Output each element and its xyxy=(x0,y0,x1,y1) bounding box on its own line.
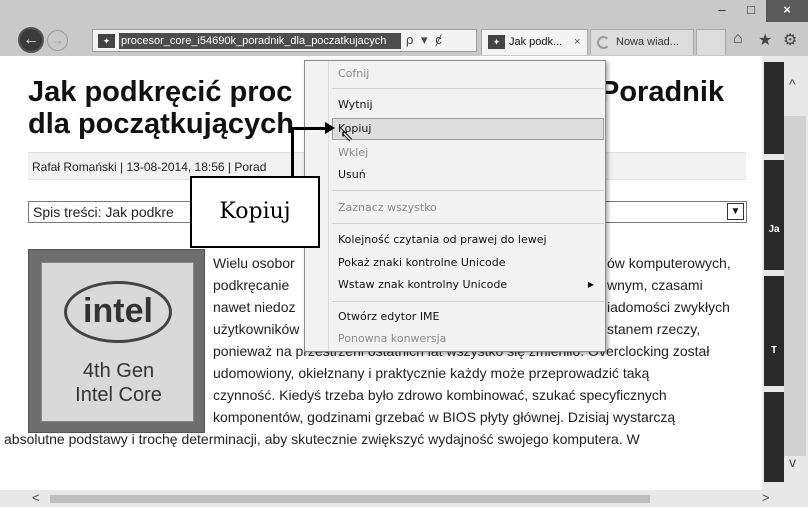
scroll-up-icon[interactable]: ^ xyxy=(789,76,796,92)
address-bar[interactable]: ✦ procesor_core_i54690k_poradnik_dla_poc… xyxy=(92,29,477,52)
menu-item-delete[interactable]: Usuń xyxy=(332,164,604,186)
chip-face: intel 4th Gen Intel Core xyxy=(41,262,194,422)
sidebar-ad[interactable] xyxy=(764,392,784,482)
tab-close-icon[interactable]: × xyxy=(574,30,580,54)
menu-item-undo[interactable]: Cofnij xyxy=(332,63,604,85)
minimize-button[interactable]: – xyxy=(708,0,736,22)
loading-icon xyxy=(597,36,610,49)
callout-connector xyxy=(291,127,294,177)
para-left-line: nawet niedoz xyxy=(213,299,296,315)
intel-chip-image: intel 4th Gen Intel Core xyxy=(28,249,205,433)
scroll-thumb[interactable] xyxy=(50,495,650,503)
tab-favicon-icon: ✦ xyxy=(488,35,505,49)
title-bar: – □ × xyxy=(0,0,808,22)
close-window-button[interactable]: × xyxy=(766,0,808,22)
menu-separator xyxy=(332,301,604,302)
chip-brand: Intel Core xyxy=(75,384,162,406)
callout-connector xyxy=(291,127,327,130)
intel-logo: intel xyxy=(64,281,172,343)
address-url[interactable]: procesor_core_i54690k_poradnik_dla_pocza… xyxy=(119,33,401,49)
refresh-icon[interactable]: ȼ xyxy=(435,32,442,47)
byline: Rafał Romański | 13-08-2014, 18:56 | Por… xyxy=(32,160,267,174)
callout-box: Kopiuj xyxy=(190,176,320,248)
chevron-down-icon[interactable]: ▼ xyxy=(727,203,744,220)
title-line-1-end: Poradnik xyxy=(600,76,725,108)
menu-separator xyxy=(332,223,604,224)
favorites-star-icon[interactable]: ★ xyxy=(758,30,772,50)
submenu-arrow-icon: ▶ xyxy=(587,280,594,289)
menu-item-select-all[interactable]: Zaznacz wszystko xyxy=(332,197,604,219)
forward-button[interactable]: → xyxy=(47,30,68,51)
home-icon[interactable]: ⌂ xyxy=(733,30,743,48)
search-icon[interactable]: ρ xyxy=(406,32,413,47)
title-line-1: Jak podkręcić proc xyxy=(28,76,293,108)
para-left-line: użytkowników xyxy=(213,321,300,337)
dropdown-icon[interactable]: ▾ xyxy=(421,32,428,47)
menu-item-cut[interactable]: Wytnij xyxy=(332,94,604,116)
back-button[interactable]: ← xyxy=(18,27,44,53)
para-right-line: ów komputerowych, xyxy=(607,255,731,271)
sidebar-ad[interactable]: T xyxy=(764,276,784,386)
para-line: udomowiony, okiełznany i praktycznie każ… xyxy=(213,365,650,381)
horizontal-scrollbar[interactable]: < > xyxy=(0,490,808,507)
gear-icon[interactable]: ⚙ xyxy=(783,30,797,50)
tab-label: Jak podk... xyxy=(509,36,563,48)
menu-item-show-unicode[interactable]: Pokaż znaki kontrolne Unicode xyxy=(332,252,604,274)
new-tab-button[interactable] xyxy=(696,29,726,55)
tab-active[interactable]: ✦ Jak podk... × xyxy=(481,29,588,55)
title-line-2: dla początkujących xyxy=(28,108,294,140)
para-line: czynność. Kiedyś trzeba było zdrowo komb… xyxy=(213,387,667,403)
para-right-line: stanem rzeczy, xyxy=(607,321,701,337)
para-right-line: iadomości zwykłych xyxy=(607,299,730,315)
scroll-left-icon[interactable]: < xyxy=(32,490,40,505)
menu-item-reconversion[interactable]: Ponowna konwersja xyxy=(332,328,604,350)
para-left-line: podkręcanie xyxy=(213,277,290,293)
browser-toolbar: ← → ✦ procesor_core_i54690k_poradnik_dla… xyxy=(0,22,808,56)
scroll-right-icon[interactable]: > xyxy=(762,490,770,505)
tab-new-message[interactable]: Nowa wiad... xyxy=(590,29,694,55)
toc-label: Spis treści: Jak podkre xyxy=(33,204,174,220)
menu-item-copy[interactable]: Kopiuj xyxy=(332,118,604,140)
menu-item-paste[interactable]: Wklej xyxy=(332,142,604,164)
address-actions: ρ ▾ ȼ xyxy=(406,32,446,48)
para-right-line: wnym, czasami xyxy=(607,277,703,293)
menu-item-rtl-reading[interactable]: Kolejność czytania od prawej do lewej xyxy=(332,229,604,251)
site-favicon-icon: ✦ xyxy=(98,34,115,48)
maximize-button[interactable]: □ xyxy=(737,0,765,22)
callout-arrow-icon xyxy=(325,122,335,134)
menu-separator xyxy=(332,88,604,89)
menu-separator xyxy=(332,190,604,191)
menu-item-open-ime[interactable]: Otwórz edytor IME xyxy=(332,306,604,328)
menu-item-label: Wstaw znak kontrolny Unicode xyxy=(338,278,508,291)
context-menu: Cofnij Wytnij Kopiuj Wklej Usuń Zaznacz … xyxy=(304,60,606,352)
sidebar-ad[interactable] xyxy=(764,62,784,154)
para-left-line: Wielu osobor xyxy=(213,255,295,271)
menu-item-insert-unicode[interactable]: Wstaw znak kontrolny Unicode ▶ xyxy=(332,274,604,296)
mouse-cursor-icon: ⇖ xyxy=(340,128,354,145)
scroll-down-icon[interactable]: v xyxy=(789,454,796,470)
para-line-wide: absolutne podstawy i trochę determinacji… xyxy=(4,431,640,447)
scroll-track[interactable] xyxy=(784,116,806,456)
sidebar-ad[interactable]: Ja xyxy=(764,160,784,270)
chip-generation: 4th Gen xyxy=(82,360,155,382)
tab-label: Nowa wiad... xyxy=(616,36,679,48)
para-line: komponentów, godzinami grzebać w BIOS pł… xyxy=(213,409,676,425)
vertical-scrollbar[interactable]: Ja T ^ v xyxy=(762,56,808,490)
